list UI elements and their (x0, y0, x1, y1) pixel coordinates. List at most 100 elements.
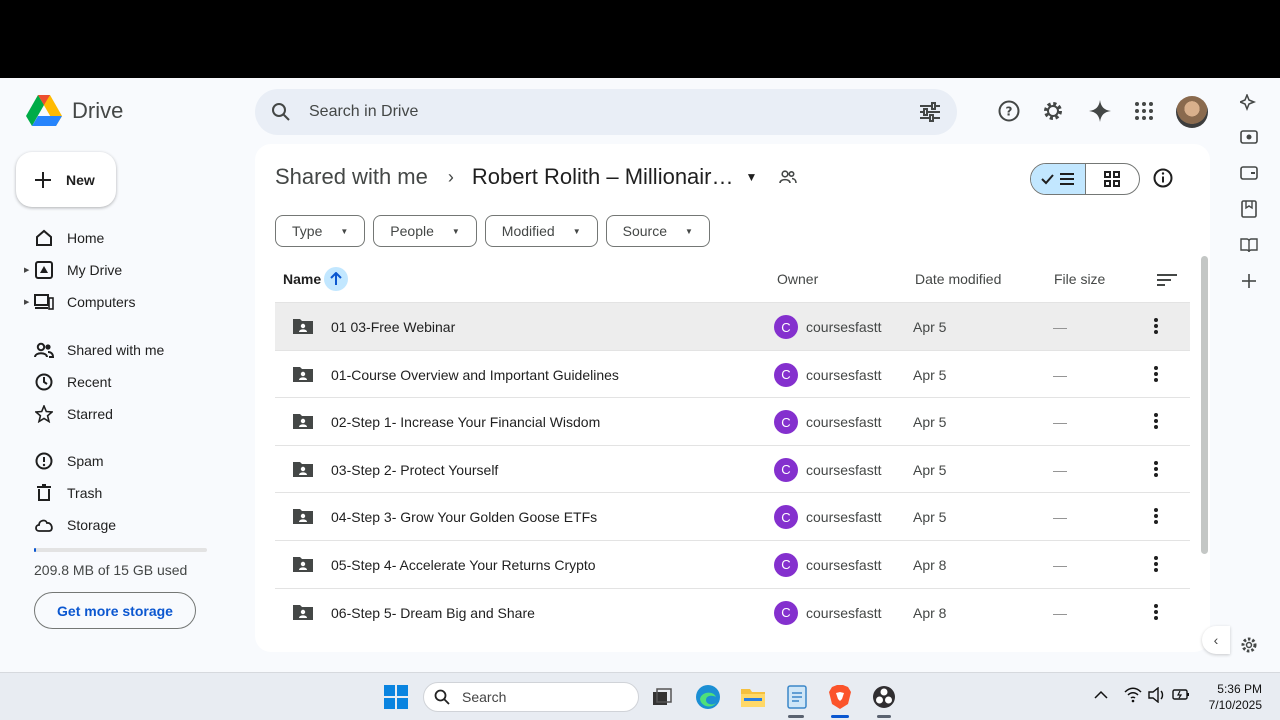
sidebar-item-shared-with-me[interactable]: Shared with me (0, 334, 240, 366)
gemini-icon[interactable] (1087, 98, 1113, 124)
expand-caret-icon[interactable]: ▶ (24, 266, 29, 274)
file-name[interactable]: 06-Step 5- Dream Big and Share (331, 605, 535, 621)
obs-studio-icon[interactable] (870, 683, 898, 711)
column-file-size[interactable]: File size (1054, 271, 1105, 287)
search-input[interactable]: Search in Drive (309, 103, 919, 121)
more-actions-icon[interactable] (1154, 365, 1158, 386)
more-actions-icon[interactable] (1154, 507, 1158, 528)
file-explorer-icon[interactable] (739, 683, 767, 711)
list-view-button[interactable] (1031, 164, 1086, 194)
grid-view-button[interactable] (1086, 164, 1140, 194)
battery-icon[interactable] (1172, 687, 1190, 706)
owner-avatar[interactable]: C (774, 457, 798, 482)
info-icon[interactable] (1153, 168, 1173, 193)
more-actions-icon[interactable] (1154, 317, 1158, 338)
file-name[interactable]: 01-Course Overview and Important Guideli… (331, 367, 619, 383)
volume-icon[interactable] (1148, 686, 1166, 708)
table-row[interactable]: 02-Step 1- Increase Your Financial Wisdo… (275, 397, 1190, 445)
account-avatar[interactable] (1176, 96, 1208, 128)
sidebar-nav: Home ▶ My Drive ▶ Computers Shared with … (0, 222, 240, 541)
help-icon[interactable]: ? (996, 98, 1022, 124)
column-date-modified[interactable]: Date modified (915, 271, 1001, 287)
file-name[interactable]: 05-Step 4- Accelerate Your Returns Crypt… (331, 557, 596, 573)
file-name[interactable]: 02-Step 1- Increase Your Financial Wisdo… (331, 414, 600, 430)
wallet-icon[interactable] (1238, 162, 1260, 184)
owner-avatar[interactable]: C (774, 600, 798, 625)
system-clock[interactable]: 5:36 PM 7/10/2025 (1196, 681, 1262, 713)
collapse-side-panel-icon[interactable]: ‹ (1202, 626, 1230, 654)
edge-browser-icon[interactable] (694, 683, 722, 711)
show-hidden-icons-chevron-icon[interactable] (1094, 687, 1108, 705)
filter-type[interactable]: Type ▼ (275, 215, 366, 247)
settings-icon[interactable] (1040, 98, 1066, 124)
new-button[interactable]: New (16, 152, 116, 207)
owner-avatar[interactable]: C (774, 362, 798, 387)
taskbar-search[interactable]: Search (423, 682, 639, 712)
file-size: — (1053, 414, 1067, 431)
search-bar[interactable]: Search in Drive (255, 89, 957, 135)
expand-caret-icon[interactable]: ▶ (24, 298, 29, 306)
search-options-icon[interactable] (919, 102, 941, 122)
ai-sparkle-icon[interactable] (1238, 92, 1260, 114)
sidebar-item-starred[interactable]: Starred (0, 398, 240, 430)
sidebar-item-label: Shared with me (67, 341, 165, 358)
list-scrollbar[interactable] (1201, 256, 1208, 554)
task-view-icon[interactable] (648, 683, 676, 711)
breadcrumb-current[interactable]: Robert Rolith – Millionair… (472, 164, 734, 190)
side-panel-settings-icon[interactable] (1238, 634, 1260, 656)
notepad-icon[interactable] (783, 683, 811, 711)
search-icon[interactable] (271, 102, 291, 122)
filter-people[interactable]: People ▼ (373, 215, 477, 247)
more-actions-icon[interactable] (1154, 555, 1158, 576)
get-more-storage-button[interactable]: Get more storage (34, 592, 196, 629)
drive-logo[interactable]: Drive (26, 95, 123, 127)
owner-avatar[interactable]: C (774, 505, 798, 530)
file-name[interactable]: 01 03-Free Webinar (331, 319, 455, 335)
file-name[interactable]: 03-Step 2- Protect Yourself (331, 462, 498, 478)
column-name[interactable]: Name (283, 271, 321, 287)
windows-start-icon[interactable] (382, 683, 410, 711)
bookmark-icon[interactable] (1238, 198, 1260, 220)
spam-icon (34, 451, 54, 471)
sidebar-item-trash[interactable]: Trash (0, 477, 240, 509)
shared-folder-icon (292, 507, 314, 528)
add-icon[interactable] (1238, 270, 1260, 292)
sidebar-item-my-drive[interactable]: ▶ My Drive (0, 254, 240, 286)
brave-browser-icon[interactable] (826, 683, 854, 711)
computers-icon (34, 292, 54, 312)
sort-ascending-icon[interactable] (324, 267, 348, 291)
breadcrumb-parent[interactable]: Shared with me (275, 164, 428, 190)
filter-modified[interactable]: Modified ▼ (484, 215, 598, 247)
owner-avatar[interactable]: C (774, 410, 798, 435)
drive-logo-icon (26, 95, 62, 126)
windows-taskbar: Search 5:36 PM 7/10/2025 (0, 672, 1280, 720)
table-row[interactable]: 01 03-Free Webinar Ccoursesfastt Apr 5 — (275, 302, 1190, 350)
wifi-icon[interactable] (1124, 687, 1142, 708)
reading-list-icon[interactable] (1238, 234, 1260, 256)
table-row[interactable]: 04-Step 3- Grow Your Golden Goose ETFs Cc… (275, 492, 1190, 540)
file-name[interactable]: 04-Step 3- Grow Your Golden Goose ETFs (331, 509, 597, 525)
table-row[interactable]: 06-Step 5- Dream Big and Share Ccoursesfa… (275, 587, 1190, 636)
sidebar-item-recent[interactable]: Recent (0, 366, 240, 398)
folder-menu-dropdown-icon[interactable]: ▼ (746, 170, 758, 184)
owner-avatar[interactable]: C (774, 315, 798, 339)
sidebar-item-computers[interactable]: ▶ Computers (0, 286, 240, 318)
sidebar-item-spam[interactable]: Spam (0, 445, 240, 477)
more-actions-icon[interactable] (1154, 460, 1158, 481)
more-actions-icon[interactable] (1154, 603, 1158, 624)
shared-folder-people-icon[interactable] (779, 170, 798, 184)
sort-options-icon[interactable] (1157, 273, 1177, 290)
sidebar-item-storage[interactable]: Storage (0, 509, 240, 541)
table-row[interactable]: 01-Course Overview and Important Guideli… (275, 349, 1190, 398)
view-toggle (1030, 163, 1140, 195)
video-icon[interactable] (1238, 126, 1260, 148)
more-actions-icon[interactable] (1154, 412, 1158, 433)
filter-source[interactable]: Source ▼ (605, 215, 710, 247)
table-row[interactable]: 05-Step 4- Accelerate Your Returns Crypt… (275, 539, 1190, 588)
table-row[interactable]: 03-Step 2- Protect Yourself Ccoursesfastt… (275, 444, 1190, 493)
owner-avatar[interactable]: C (774, 552, 798, 577)
apps-grid-icon[interactable] (1131, 98, 1157, 124)
date-modified: Apr 5 (913, 414, 947, 431)
column-owner[interactable]: Owner (777, 271, 818, 287)
sidebar-item-home[interactable]: Home (0, 222, 240, 254)
